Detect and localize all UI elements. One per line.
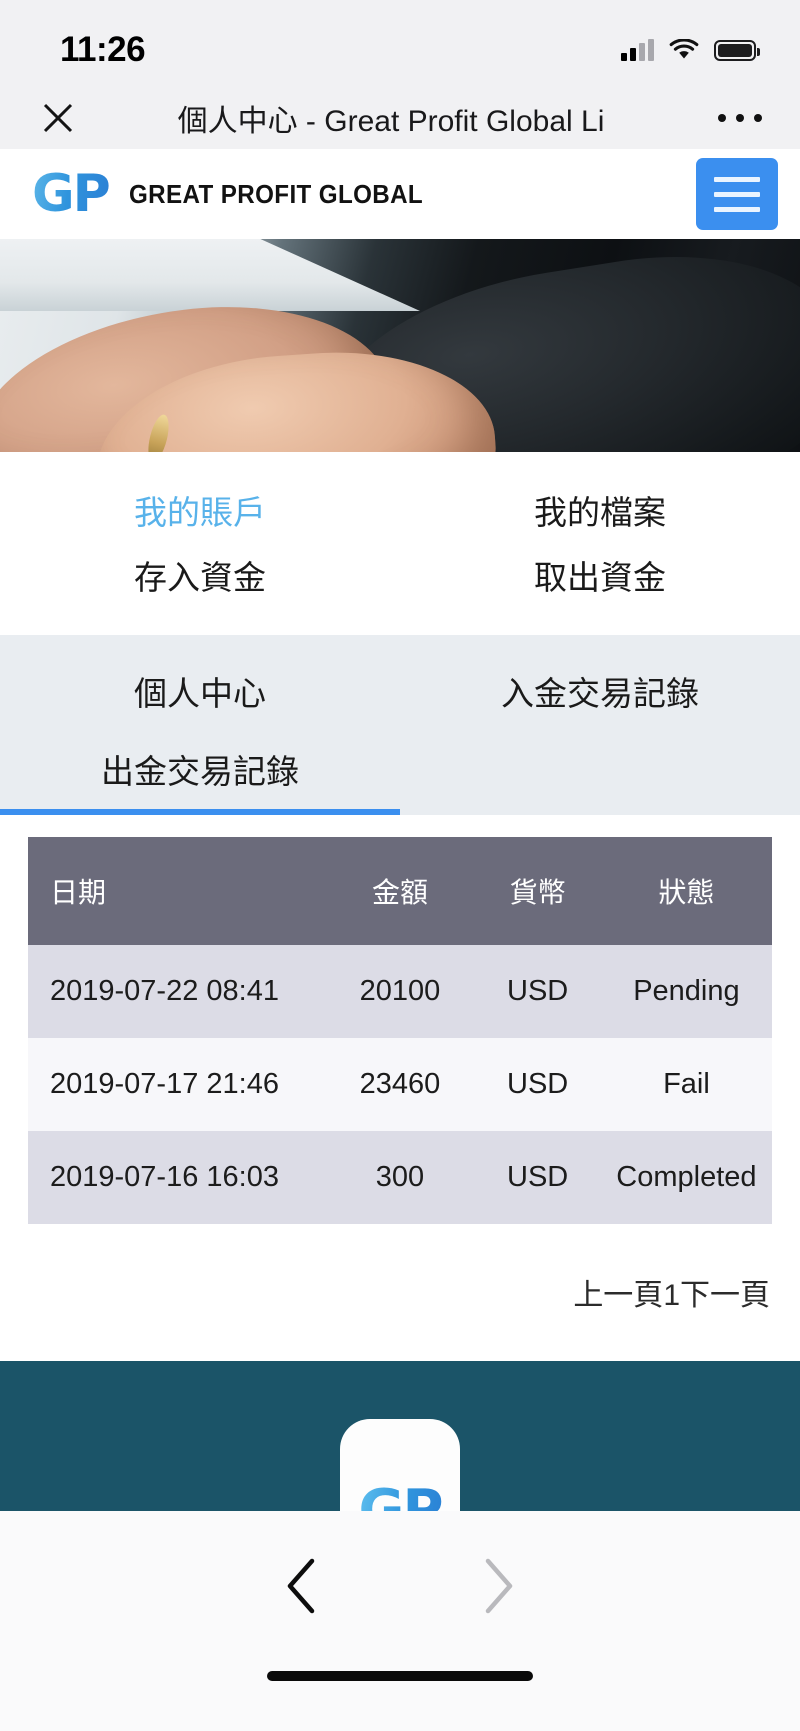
tab-underline-wrap [0, 809, 800, 815]
table-body: 2019-07-22 08:41 20100 USD Pending 2019-… [28, 945, 772, 1224]
wifi-icon [669, 39, 699, 61]
tab-active-underline [0, 809, 400, 815]
account-link-my-profile[interactable]: 我的檔案 [400, 480, 800, 545]
browser-bottom-nav [0, 1511, 800, 1671]
hamburger-menu-icon[interactable] [696, 158, 778, 230]
cellular-signal-icon [621, 39, 654, 61]
tab-withdrawal-records[interactable]: 出金交易記錄 [0, 731, 400, 809]
account-links-section: 我的賬戶 我的檔案 存入資金 取出資金 [0, 452, 800, 635]
pagination-prev-link[interactable]: 上一頁 [573, 1279, 663, 1312]
home-indicator-area [0, 1671, 800, 1731]
cell-date: 2019-07-22 08:41 [28, 945, 326, 1038]
content-spacer [0, 1314, 800, 1362]
site-header: GP GREAT PROFIT GLOBAL [0, 149, 800, 239]
tab-deposit-records[interactable]: 入金交易記錄 [400, 653, 800, 731]
cell-currency: USD [474, 945, 600, 1038]
cell-status: Pending [601, 945, 772, 1038]
tab-row-2: 出金交易記錄 [0, 731, 800, 809]
column-header-amount: 金額 [326, 837, 475, 945]
tab-row-1: 個人中心 入金交易記錄 [0, 653, 800, 731]
brand-logo-mark[interactable]: GP [16, 164, 109, 224]
table-row[interactable]: 2019-07-16 16:03 300 USD Completed [28, 1131, 772, 1224]
home-indicator[interactable] [267, 1671, 533, 1681]
phone-screen: 11:26 個人中心 - Great Profit Global Li [0, 0, 800, 1731]
pagination-next-link[interactable]: 下一頁 [680, 1279, 770, 1312]
status-icon-group [621, 25, 756, 61]
table-head: 日期 金額 貨幣 狀態 [28, 837, 772, 945]
cell-amount: 300 [326, 1131, 475, 1224]
account-links-row-2: 存入資金 取出資金 [0, 545, 800, 610]
cell-currency: USD [474, 1038, 600, 1131]
brand-logo-text[interactable]: GREAT PROFIT GLOBAL [129, 179, 423, 210]
status-bar: 11:26 [0, 0, 800, 86]
site-footer: GP [0, 1361, 800, 1511]
more-options-icon[interactable] [718, 98, 762, 138]
account-links-row-1: 我的賬戶 我的檔案 [0, 480, 800, 545]
pagination-current-page[interactable]: 1 [663, 1279, 680, 1312]
footer-app-badge[interactable]: GP [340, 1419, 460, 1511]
tab-empty-slot [400, 731, 800, 809]
chevron-right-icon[interactable] [470, 1550, 526, 1622]
transactions-table-area: 日期 金額 貨幣 狀態 2019-07-22 08:41 20100 USD P… [0, 815, 800, 1224]
close-icon[interactable] [38, 98, 78, 138]
cell-status: Completed [601, 1131, 772, 1224]
chevron-left-icon[interactable] [274, 1550, 330, 1622]
battery-full-icon [714, 40, 756, 61]
table-header-row: 日期 金額 貨幣 狀態 [28, 837, 772, 945]
column-header-status: 狀態 [601, 837, 772, 945]
cell-currency: USD [474, 1131, 600, 1224]
tab-bar: 個人中心 入金交易記錄 出金交易記錄 [0, 635, 800, 815]
account-link-withdraw[interactable]: 取出資金 [400, 545, 800, 610]
table-row[interactable]: 2019-07-22 08:41 20100 USD Pending [28, 945, 772, 1038]
browser-toolbar: 個人中心 - Great Profit Global Li [0, 86, 800, 149]
cell-date: 2019-07-16 16:03 [28, 1131, 326, 1224]
pagination: 上一頁1下一頁 [0, 1224, 800, 1314]
page-title: 個人中心 - Great Profit Global Li [78, 96, 718, 140]
column-header-currency: 貨幣 [474, 837, 600, 945]
cell-date: 2019-07-17 21:46 [28, 1038, 326, 1131]
account-link-my-account[interactable]: 我的賬戶 [0, 480, 400, 545]
tab-personal-center[interactable]: 個人中心 [0, 653, 400, 731]
column-header-date: 日期 [28, 837, 326, 945]
hero-banner-image [0, 239, 800, 452]
account-link-deposit[interactable]: 存入資金 [0, 545, 400, 610]
status-time: 11:26 [60, 16, 145, 70]
cell-amount: 23460 [326, 1038, 475, 1131]
withdrawal-transactions-table: 日期 金額 貨幣 狀態 2019-07-22 08:41 20100 USD P… [28, 837, 772, 1224]
cell-amount: 20100 [326, 945, 475, 1038]
table-row[interactable]: 2019-07-17 21:46 23460 USD Fail [28, 1038, 772, 1131]
footer-badge-text: GP [358, 1478, 441, 1511]
cell-status: Fail [601, 1038, 772, 1131]
